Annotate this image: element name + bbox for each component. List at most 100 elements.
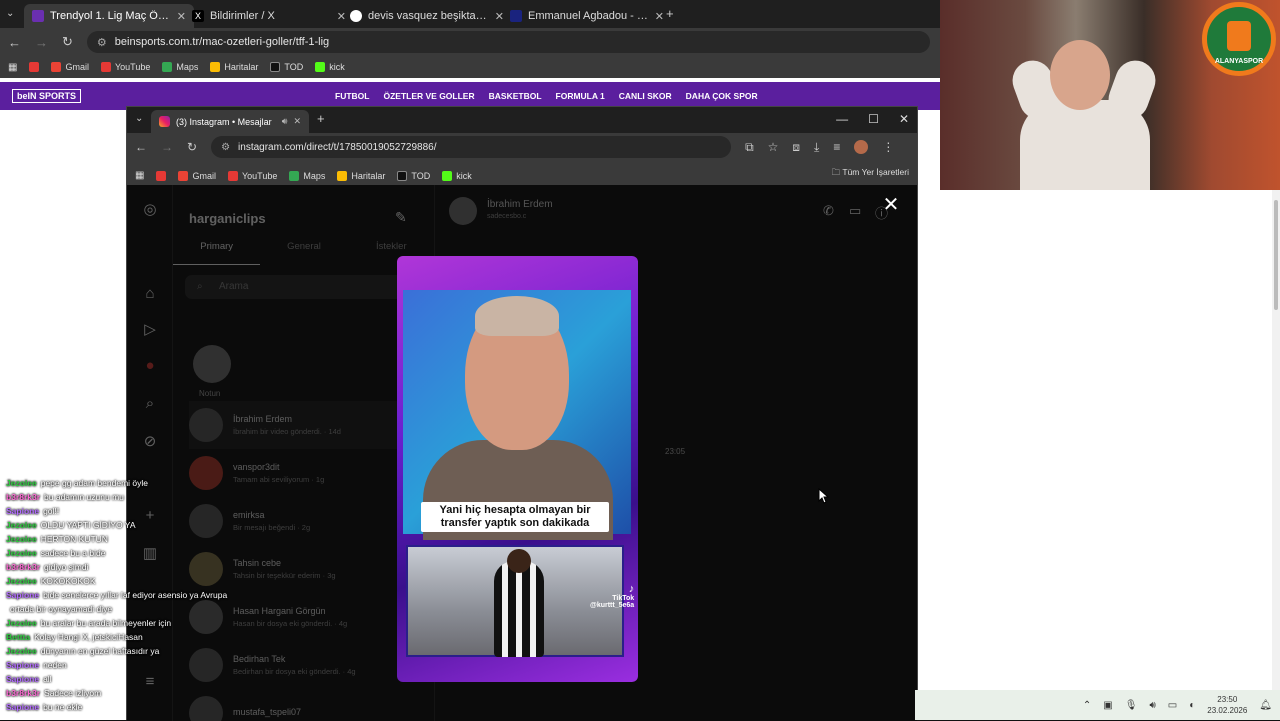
reels-icon[interactable]: ▷ bbox=[141, 321, 159, 339]
extensions-icon[interactable]: ⧈ bbox=[792, 140, 800, 155]
back-icon[interactable]: ← bbox=[8, 35, 21, 50]
chat-message: sadece bu a bide bbox=[40, 548, 106, 558]
media-icon[interactable]: ≡ bbox=[833, 140, 840, 154]
bookmark-tod[interactable]: TOD bbox=[397, 170, 430, 181]
chat-message: bu adamın uzunu mu bbox=[44, 492, 124, 502]
bookmark-label: TOD bbox=[284, 62, 304, 72]
tab-general[interactable]: General bbox=[260, 241, 347, 265]
bookmark-gmail[interactable]: Gmail bbox=[178, 170, 216, 181]
reload-icon[interactable]: ↻ bbox=[187, 140, 197, 154]
nav-item-basketbol[interactable]: BASKETBOL bbox=[489, 91, 542, 101]
tab-primary[interactable]: Primary bbox=[173, 241, 261, 265]
nav-item-canli-skor[interactable]: CANLI SKOR bbox=[619, 91, 672, 101]
x-favicon-icon: X bbox=[192, 10, 204, 22]
download-icon[interactable]: ⤓ bbox=[814, 140, 819, 155]
site-info-icon[interactable]: ⚙ bbox=[221, 142, 230, 153]
apps-grid-icon[interactable]: ▦ bbox=[135, 170, 144, 181]
site-logo[interactable]: beIN SPORTS bbox=[12, 89, 82, 103]
bookmark-kick[interactable]: kick bbox=[442, 170, 472, 181]
search-input[interactable]: Arama bbox=[185, 275, 423, 299]
tab-agbadou[interactable]: Emmanuel Agbadou - Oyuncu ✕ bbox=[502, 4, 672, 28]
minimize-icon[interactable]: — bbox=[836, 112, 848, 126]
new-tab-icon[interactable]: + bbox=[666, 6, 674, 21]
chat-contact-name[interactable]: İbrahim Erdem bbox=[487, 199, 553, 210]
scrollbar-thumb[interactable] bbox=[1274, 200, 1278, 310]
close-icon[interactable]: ✕ bbox=[293, 116, 301, 127]
close-window-icon[interactable]: ✕ bbox=[899, 112, 909, 126]
maximize-icon[interactable]: ☐ bbox=[868, 112, 879, 126]
site-info-icon[interactable]: ⚙ bbox=[97, 36, 107, 49]
reload-icon[interactable]: ↻ bbox=[62, 34, 73, 50]
new-tab-icon[interactable]: + bbox=[317, 111, 325, 126]
avatar[interactable] bbox=[449, 197, 477, 225]
youtube-icon[interactable] bbox=[156, 170, 167, 181]
home-icon[interactable]: ⌂ bbox=[141, 285, 159, 303]
close-icon[interactable]: ✕ bbox=[655, 10, 664, 23]
bookmark-haritalar[interactable]: Haritalar bbox=[337, 170, 385, 181]
phone-icon[interactable]: ✆ bbox=[823, 203, 834, 219]
gmail-icon bbox=[178, 170, 189, 181]
account-username[interactable]: harganiclips bbox=[189, 211, 266, 226]
tab-search-icon[interactable]: ⌄ bbox=[6, 8, 14, 19]
bookmark-youtube[interactable]: YouTube bbox=[100, 62, 150, 72]
bookmark-label: Gmail bbox=[192, 170, 216, 181]
bookmark-label: kick bbox=[329, 62, 345, 72]
youtube-icon bbox=[227, 170, 238, 181]
menu-icon[interactable]: ⋮ bbox=[882, 140, 894, 154]
bookmark-kick[interactable]: kick bbox=[315, 62, 345, 72]
tray-icon[interactable]: ◐ bbox=[1189, 700, 1195, 711]
install-app-icon[interactable]: ⧉ bbox=[745, 140, 754, 155]
nav-item-daha-cok[interactable]: DAHA ÇOK SPOR bbox=[686, 91, 758, 101]
all-bookmarks[interactable]: 🗀︎ Tüm Yer İşaretleri bbox=[832, 167, 909, 181]
messages-icon[interactable]: ● bbox=[141, 357, 159, 375]
compose-icon[interactable]: ✎ bbox=[395, 209, 407, 226]
profile-avatar-icon[interactable] bbox=[854, 140, 869, 154]
player-jersey bbox=[494, 561, 544, 657]
chat-line: Jezolee dünyanın en güzel haftasıdır ya bbox=[6, 646, 159, 656]
youtube-icon[interactable] bbox=[29, 62, 40, 72]
explore-icon[interactable]: ⊘ bbox=[141, 433, 159, 451]
instagram-logo-icon[interactable]: ◎ bbox=[141, 201, 159, 219]
clock-date: 23.02.2026 bbox=[1207, 706, 1248, 715]
video-interview-frame bbox=[403, 290, 631, 540]
chat-line: Bettta Kolay Hangi X, jetskiciHasan bbox=[6, 632, 143, 642]
tab-trendyol[interactable]: Trendyol 1. Lig Maç Özetleri ve ✕ bbox=[24, 4, 194, 28]
tab-x[interactable]: X Bildirimler / X ✕ bbox=[184, 4, 354, 28]
tab-google[interactable]: devis vasquez beşiktaş - Googl ✕ bbox=[342, 4, 512, 28]
chevron-up-icon[interactable]: ⌃ bbox=[1083, 700, 1091, 711]
url-field[interactable]: ⚙ beinsports.com.tr/mac-ozetleri-goller/… bbox=[86, 31, 930, 53]
tray-icon[interactable]: ▣ bbox=[1103, 700, 1112, 711]
forward-icon[interactable]: → bbox=[161, 140, 173, 154]
chat-message: neden bbox=[43, 660, 67, 670]
chat-username: Sapione bbox=[6, 674, 40, 684]
video-player[interactable]: Yani hiç hesapta olmayan bir transfer ya… bbox=[397, 256, 638, 682]
volume-icon[interactable]: 🔊︎ bbox=[1149, 700, 1155, 711]
bookmark-haritalar[interactable]: Haritalar bbox=[210, 62, 258, 72]
bookmark-youtube[interactable]: YouTube bbox=[227, 170, 277, 181]
forward-icon[interactable]: → bbox=[35, 35, 48, 50]
list-item[interactable]: İbrahim Erdem İbrahim bir video gönderdi.… bbox=[189, 401, 429, 449]
url-field[interactable]: ⚙ instagram.com/direct/t/178500190527298… bbox=[211, 136, 732, 158]
speaker-icon[interactable]: 🔊︎ bbox=[282, 116, 288, 127]
bookmark-maps[interactable]: Maps bbox=[289, 170, 325, 181]
search-icon[interactable]: ⌕ bbox=[141, 395, 159, 413]
tab-search-icon[interactable]: ⌄ bbox=[135, 113, 143, 124]
bookmark-gmail[interactable]: Gmail bbox=[51, 62, 89, 72]
video-call-icon[interactable]: ▭ bbox=[849, 203, 861, 219]
tab-instagram[interactable]: (3) Instagram • Mesajlar 🔊︎ ✕ bbox=[151, 110, 309, 133]
close-icon[interactable]: ✕ bbox=[880, 195, 902, 217]
notification-icon[interactable]: 🔔︎ bbox=[1259, 700, 1272, 711]
nav-item-ozetler[interactable]: ÖZETLER VE GOLLER bbox=[383, 91, 474, 101]
network-icon[interactable]: ▭ bbox=[1168, 700, 1177, 711]
mic-icon[interactable]: 🎙︎ bbox=[1125, 700, 1138, 711]
taskbar-clock[interactable]: 23:50 23.02.2026 bbox=[1207, 694, 1247, 716]
bookmark-star-icon[interactable]: ☆ bbox=[768, 140, 779, 154]
chat-line: b3r8rk3r Sadece izliyom bbox=[6, 688, 101, 698]
nav-item-formula1[interactable]: FORMULA 1 bbox=[556, 91, 605, 101]
back-icon[interactable]: ← bbox=[135, 140, 147, 154]
nav-item-futbol[interactable]: FUTBOL bbox=[335, 91, 369, 101]
note-avatar[interactable] bbox=[193, 345, 231, 383]
apps-grid-icon[interactable]: ▦ bbox=[8, 62, 17, 73]
bookmark-tod[interactable]: TOD bbox=[270, 62, 303, 72]
bookmark-maps[interactable]: Maps bbox=[162, 62, 198, 72]
